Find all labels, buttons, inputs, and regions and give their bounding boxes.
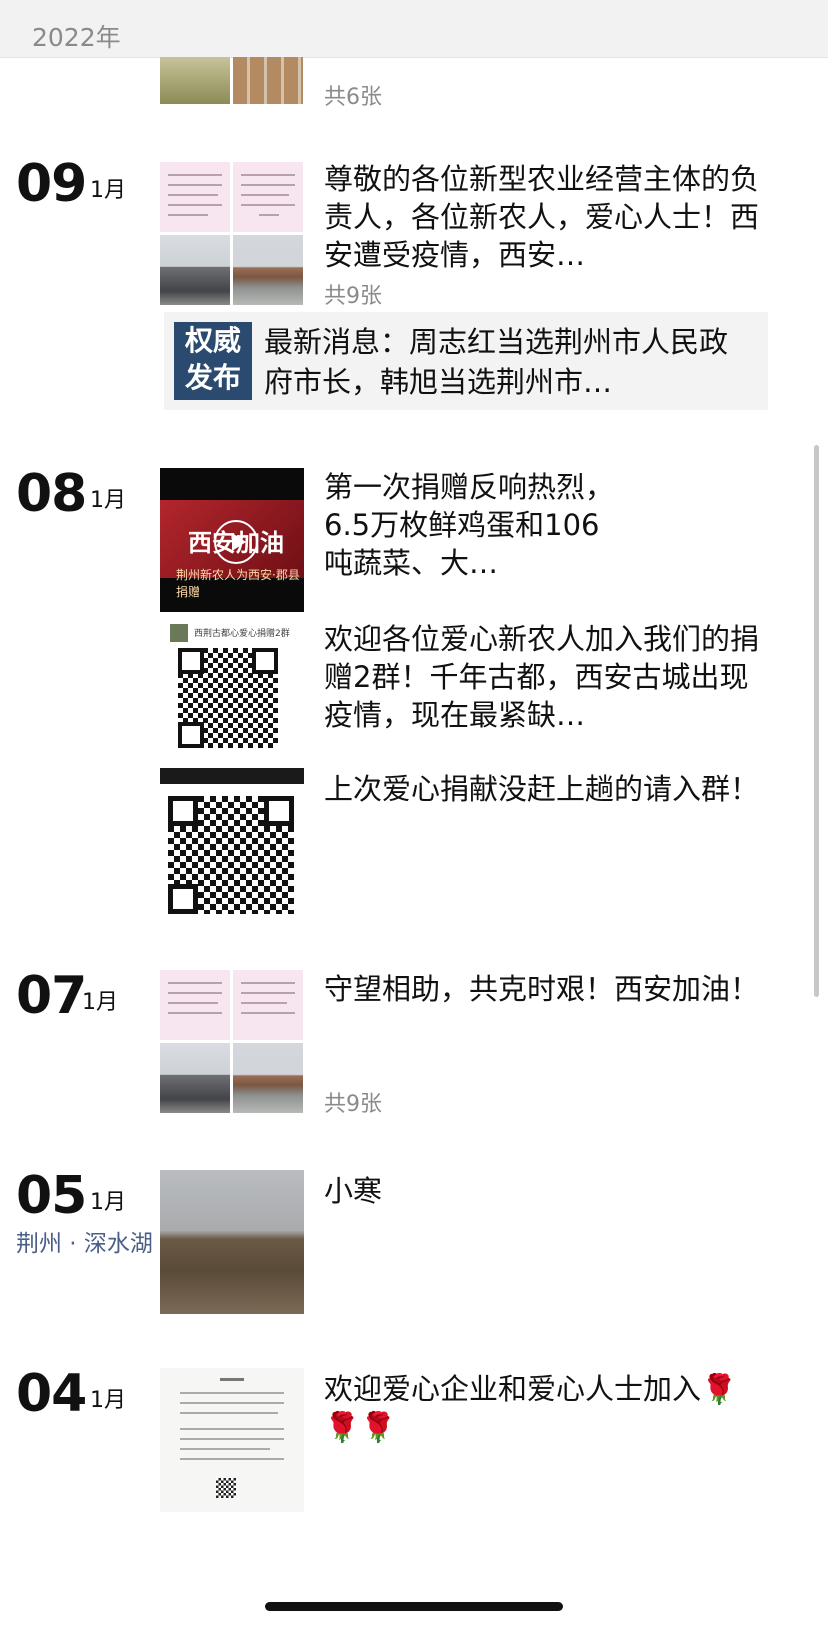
video-subtitle: 荆州新农人为西安·郡县捐赠 xyxy=(176,568,300,599)
post-day: 09 xyxy=(16,154,87,214)
letter-photo[interactable] xyxy=(160,1368,304,1512)
crowd-photo[interactable] xyxy=(160,1043,230,1113)
document-photo[interactable] xyxy=(233,162,303,232)
photo-count: 共9张 xyxy=(324,1092,382,1117)
scrollbar[interactable] xyxy=(814,445,819,997)
post-day: 08 xyxy=(16,464,87,524)
article-title: 最新消息：周志红当选荆州市人民政府市长，韩旭当选荆州市… xyxy=(264,325,729,399)
trucks-photo[interactable] xyxy=(233,235,303,305)
trucks-photo[interactable] xyxy=(233,1043,303,1113)
photo-thumbnail[interactable] xyxy=(160,57,230,104)
post-month: 1月 xyxy=(90,1388,126,1413)
post-text[interactable]: 尊敬的各位新型农业经营主体的负责人，各位新农人，爱心人士！西安遭受疫情，西安… xyxy=(324,160,764,274)
post-text[interactable]: 欢迎各位爱心新农人加入我们的捐赠2群！千年古都，西安古城出现疫情，现在最紧缺… xyxy=(324,620,764,734)
moment-post[interactable]: 09 1月 尊敬的各位新型农业经营主体的负责人，各位新农人，爱心人士！西安遭受疫… xyxy=(0,150,828,420)
post-month: 1月 xyxy=(90,1190,126,1215)
moment-post-partial[interactable]: 共6张 xyxy=(0,57,828,117)
document-photo[interactable] xyxy=(160,970,230,1040)
post-location[interactable]: 荆州 · 深水湖 xyxy=(16,1228,156,1260)
qr-group-label: 西荆古都心爱心捐赠2群 xyxy=(194,629,290,639)
play-icon[interactable] xyxy=(214,520,258,564)
moment-post[interactable]: 05 1月 荆州 · 深水湖 小寒 xyxy=(0,1162,828,1322)
qr-code-image[interactable]: 西荆古都心爱心捐赠2群 xyxy=(160,618,304,762)
post-day: 05 xyxy=(16,1166,87,1226)
post-text[interactable]: 上次爱心捐献没赶上趟的请入群！ xyxy=(324,770,764,808)
post-day: 04 xyxy=(16,1364,87,1424)
post-month: 1月 xyxy=(82,990,118,1015)
moment-post[interactable]: 04 1月 欢迎爱心企业和爱心人士加入🌹🌹🌹 xyxy=(0,1360,828,1520)
post-text[interactable]: 小寒 xyxy=(324,1172,764,1210)
moment-post[interactable]: 08 1月 西安加油 荆州新农人为西安·郡县捐赠 第一次捐赠反响热烈，6.5万枚… xyxy=(0,460,828,930)
document-photo[interactable] xyxy=(160,162,230,232)
post-month: 1月 xyxy=(90,178,126,203)
post-day: 07 xyxy=(16,966,87,1026)
post-text[interactable]: 守望相助，共克时艰！西安加油！ xyxy=(324,970,764,1008)
photo-count: 共6张 xyxy=(324,85,382,110)
post-text[interactable]: 欢迎爱心企业和爱心人士加入🌹🌹🌹 xyxy=(324,1370,764,1446)
year-label: 2022年 xyxy=(32,23,121,52)
year-header: 2022年 xyxy=(0,0,828,58)
photo-thumbnail[interactable] xyxy=(233,57,303,104)
crowd-photo[interactable] xyxy=(160,235,230,305)
moment-post[interactable]: 07 1月 守望相助，共克时艰！西安加油！ 共9张 xyxy=(0,962,828,1122)
post-text[interactable]: 第一次捐赠反响热烈，6.5万枚鲜鸡蛋和106吨蔬菜、大… xyxy=(324,468,614,582)
field-photo[interactable] xyxy=(160,1170,304,1314)
shared-article[interactable]: 权威 发布 最新消息：周志红当选荆州市人民政府市长，韩旭当选荆州市… xyxy=(164,312,768,410)
article-logo: 权威 发布 xyxy=(174,322,252,400)
document-photo[interactable] xyxy=(233,970,303,1040)
photo-count: 共9张 xyxy=(324,284,382,309)
home-indicator[interactable] xyxy=(265,1602,563,1611)
post-month: 1月 xyxy=(90,488,126,513)
qr-code-image[interactable] xyxy=(160,768,304,916)
video-thumbnail[interactable]: 西安加油 荆州新农人为西安·郡县捐赠 xyxy=(160,468,304,612)
